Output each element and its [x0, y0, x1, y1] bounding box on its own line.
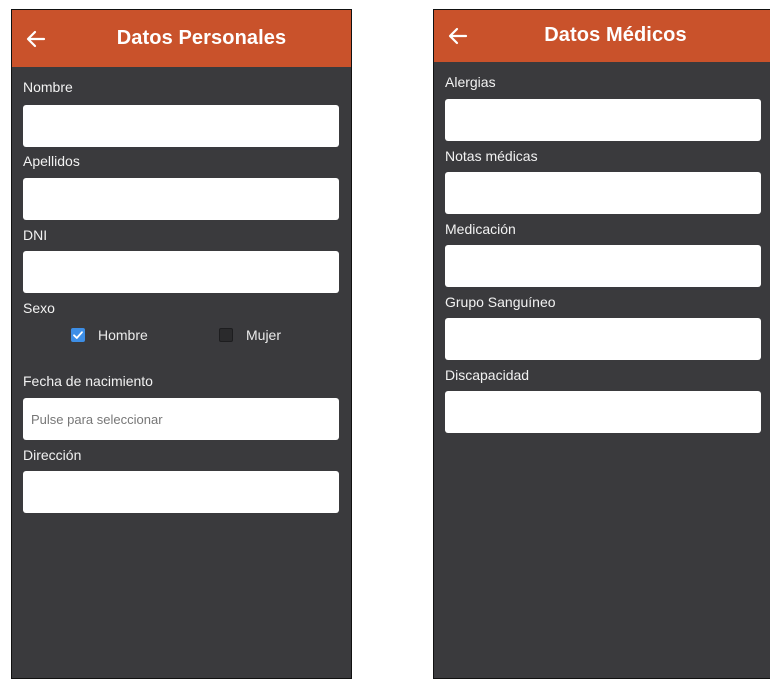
- sexo-label: Sexo: [23, 300, 55, 316]
- discapacidad-field[interactable]: [445, 391, 761, 433]
- fecha-label: Fecha de nacimiento: [23, 373, 153, 389]
- grupo-label: Grupo Sanguíneo: [445, 294, 556, 310]
- option-label: Mujer: [246, 327, 282, 343]
- dni-field[interactable]: [23, 251, 339, 293]
- discapacidad-label: Discapacidad: [445, 367, 530, 383]
- nombre-field[interactable]: [23, 105, 339, 147]
- personal-data-screen: Datos Personales Nombre Apellidos DNI Se…: [11, 9, 352, 679]
- direccion-label: Dirección: [23, 447, 82, 463]
- alergias-field[interactable]: [445, 99, 761, 141]
- sexo-option-hombre[interactable]: Hombre: [71, 327, 148, 343]
- dni-label: DNI: [23, 227, 48, 243]
- app-bar: Datos Médicos: [434, 10, 770, 62]
- notas-medicas-field[interactable]: [445, 172, 761, 214]
- notas-label: Notas médicas: [445, 148, 538, 164]
- apellidos-label: Apellidos: [23, 153, 80, 169]
- nombre-label: Nombre: [23, 79, 73, 95]
- page-title: Datos Médicos: [544, 24, 687, 46]
- apellidos-field[interactable]: [23, 178, 339, 220]
- checkbox-unchecked[interactable]: [219, 328, 233, 342]
- medicacion-field[interactable]: [445, 245, 761, 287]
- alergias-label: Alergias: [445, 74, 496, 90]
- checkmark-icon: [73, 331, 83, 339]
- checkbox-checked[interactable]: [71, 328, 85, 342]
- app-bar: Datos Personales: [12, 10, 351, 67]
- sexo-option-mujer[interactable]: Mujer: [219, 327, 281, 343]
- grupo-sanguineo-field[interactable]: [445, 318, 761, 360]
- fecha-nacimiento-field[interactable]: [23, 398, 339, 440]
- medicacion-label: Medicación: [445, 221, 516, 237]
- page-title: Datos Personales: [116, 27, 287, 49]
- sexo-options: Hombre Mujer: [12, 327, 351, 349]
- direccion-field[interactable]: [23, 471, 339, 513]
- medical-data-screen: Datos Médicos Alergias Notas médicas Med…: [433, 9, 770, 679]
- option-label: Hombre: [98, 327, 148, 343]
